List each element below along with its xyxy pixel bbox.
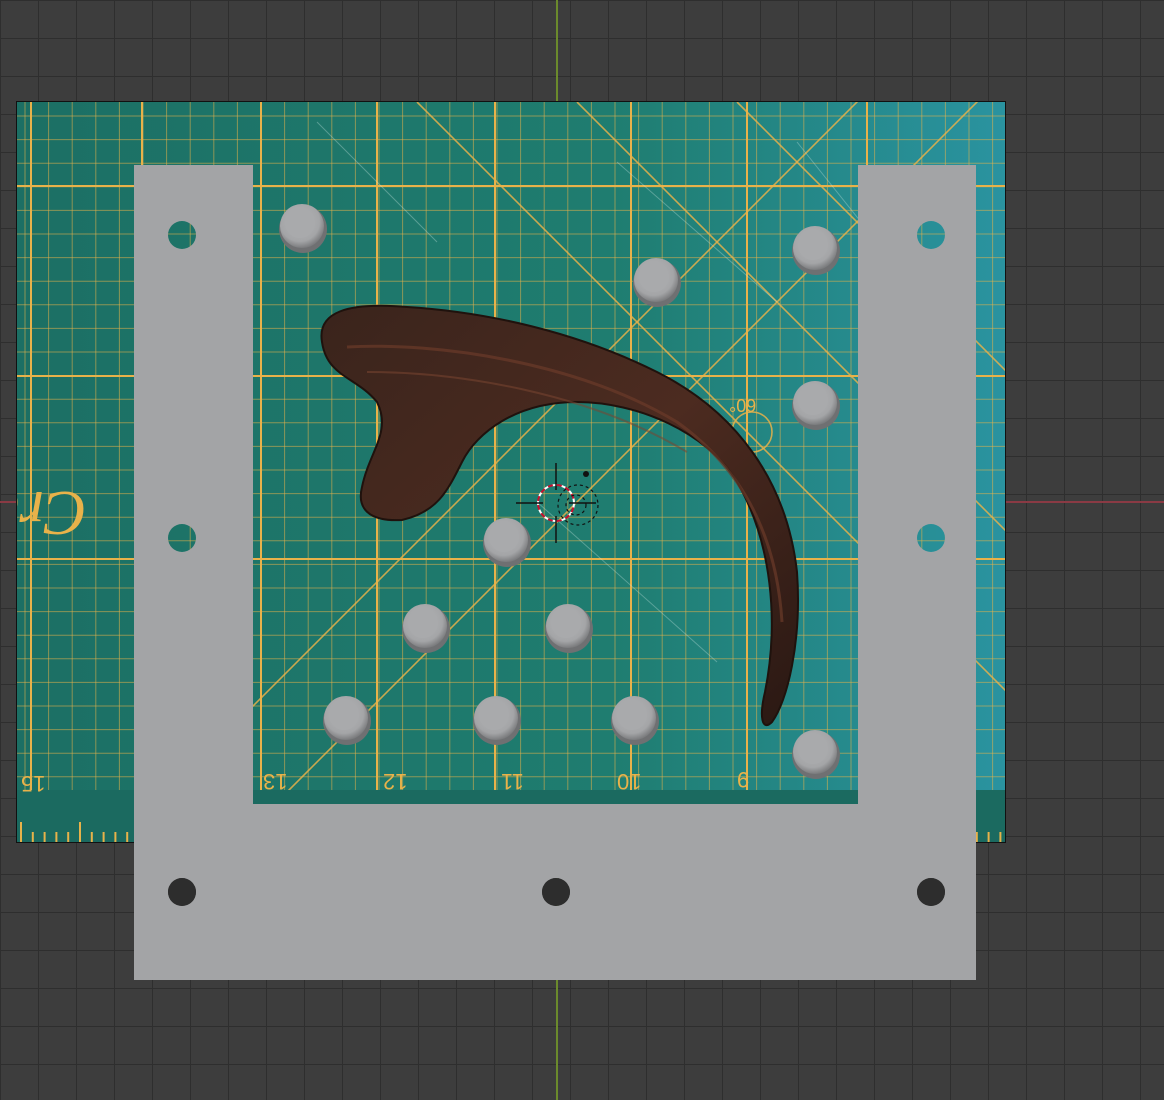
mounting-stud[interactable] xyxy=(611,696,659,745)
plate-hole xyxy=(917,878,945,906)
origin-icon[interactable] xyxy=(557,471,599,526)
plate-body[interactable] xyxy=(134,165,976,980)
plate-hole xyxy=(168,878,196,906)
mounting-stud[interactable] xyxy=(483,518,531,567)
mounting-stud[interactable] xyxy=(792,730,840,779)
mounting-stud[interactable] xyxy=(402,604,450,653)
template-plate[interactable] xyxy=(0,0,1164,1100)
mounting-stud[interactable] xyxy=(279,204,327,253)
mounting-stud[interactable] xyxy=(323,696,371,745)
mounting-stud[interactable] xyxy=(792,226,840,275)
plate-hole xyxy=(542,878,570,906)
mounting-stud[interactable] xyxy=(473,696,521,745)
mounting-stud[interactable] xyxy=(792,381,840,430)
mounting-stud[interactable] xyxy=(545,604,593,653)
mounting-stud[interactable] xyxy=(633,258,681,307)
